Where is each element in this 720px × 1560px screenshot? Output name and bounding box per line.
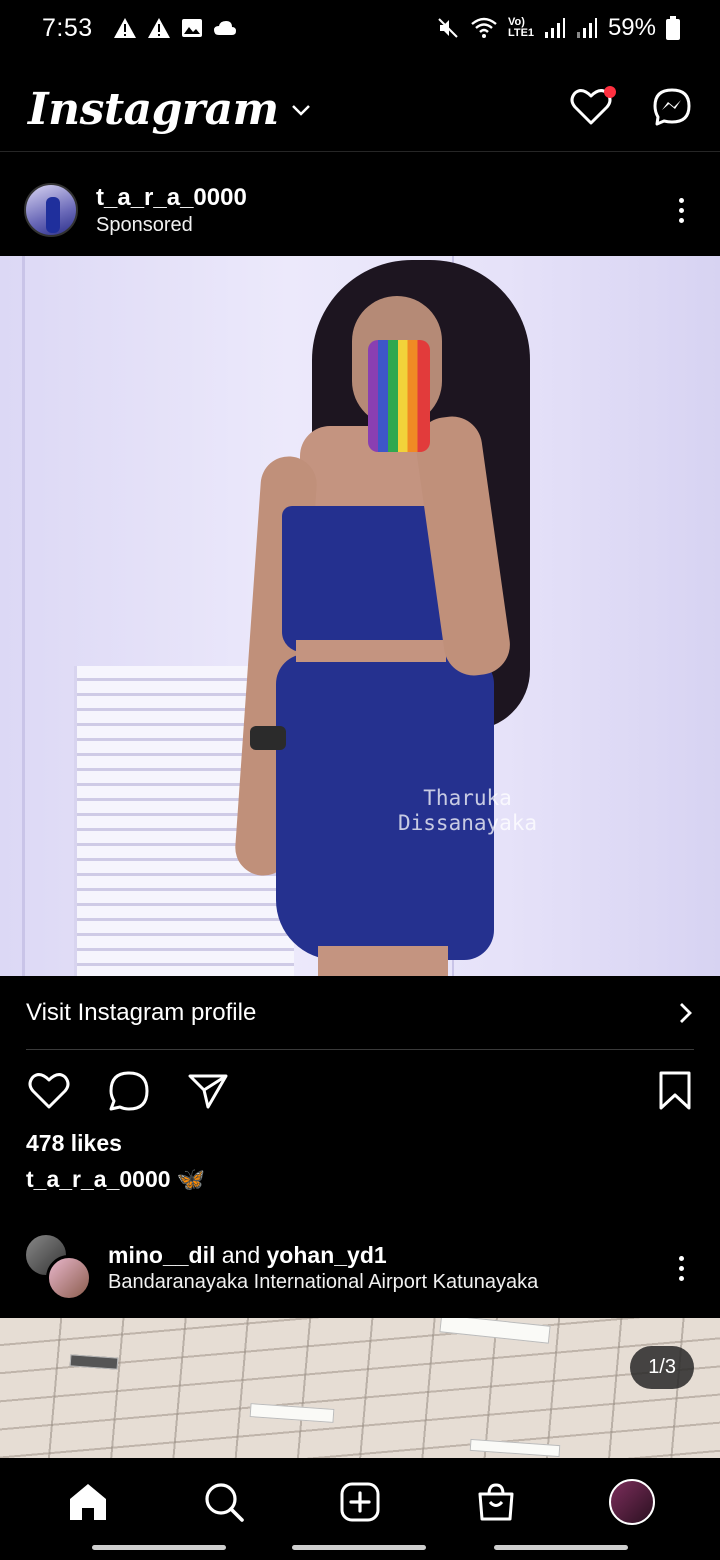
post-header: mino__dil and yohan_yd1 Bandaranayaka In…	[0, 1216, 720, 1320]
and-text: and	[221, 1242, 261, 1268]
gesture-bar	[92, 1545, 226, 1550]
like-icon[interactable]	[28, 1072, 70, 1110]
bottom-navigation	[0, 1458, 720, 1560]
caption-username[interactable]: t_a_r_a_0000	[26, 1166, 171, 1193]
add-post-icon	[340, 1482, 380, 1522]
avatar	[609, 1479, 655, 1525]
mute-icon	[438, 18, 458, 38]
nav-home[interactable]	[58, 1472, 118, 1532]
photo-watermark: Tharuka Dissanayaka	[398, 786, 538, 836]
bookmark-icon[interactable]	[658, 1071, 692, 1111]
activity-button[interactable]	[570, 86, 616, 131]
likes-count[interactable]: 478 likes	[26, 1130, 122, 1157]
logo-switcher[interactable]: Instagram	[28, 84, 311, 135]
network-label: Vo) LTE1	[507, 16, 535, 39]
post-header: t_a_r_a_0000 Sponsored	[0, 158, 720, 262]
sponsored-label: Sponsored	[96, 213, 193, 236]
post-username[interactable]: t_a_r_a_0000	[96, 184, 247, 212]
shopping-bag-icon	[478, 1483, 514, 1521]
app-header: Instagram	[0, 68, 720, 152]
butterfly-emoji: 🦋	[176, 1166, 206, 1192]
instagram-logo: Instagram	[28, 84, 279, 135]
avatar[interactable]	[24, 183, 78, 237]
gesture-bar	[292, 1545, 426, 1550]
search-icon	[205, 1483, 244, 1522]
status-time: 7:53	[42, 13, 93, 42]
chevron-right-icon	[680, 1003, 692, 1023]
phone-in-photo	[368, 340, 430, 452]
post-image[interactable]: 1/3	[0, 1318, 720, 1458]
more-options-icon[interactable]	[666, 190, 696, 230]
visit-profile-link[interactable]: Visit Instagram profile	[0, 976, 720, 1050]
comment-icon[interactable]	[108, 1070, 150, 1112]
nav-create[interactable]	[330, 1472, 390, 1532]
post-image[interactable]: Tharuka Dissanayaka	[0, 256, 720, 976]
status-bar: 7:53 Vo) LTE1 59%	[0, 0, 720, 56]
post-username[interactable]: yohan_yd1	[267, 1242, 387, 1268]
warning-icon	[147, 18, 170, 38]
post-username[interactable]: mino__dil	[108, 1242, 215, 1268]
signal-icon	[576, 18, 597, 38]
nav-search[interactable]	[194, 1472, 254, 1532]
cloud-icon	[213, 21, 236, 35]
battery-icon	[666, 16, 680, 40]
share-icon[interactable]	[188, 1073, 228, 1109]
nav-shop[interactable]	[466, 1472, 526, 1532]
divider	[26, 1049, 694, 1050]
post-actions	[0, 1066, 720, 1116]
home-icon	[70, 1484, 106, 1520]
avatar[interactable]	[24, 1233, 94, 1303]
warning-icon	[113, 18, 136, 38]
signal-icon	[544, 18, 565, 38]
gallery-icon	[181, 19, 202, 37]
wifi-icon	[471, 17, 497, 38]
carousel-counter: 1/3	[630, 1346, 694, 1389]
visit-profile-label: Visit Instagram profile	[26, 999, 257, 1026]
chevron-down-icon	[291, 104, 310, 116]
notification-dot	[604, 86, 616, 98]
caption: t_a_r_a_0000 🦋	[26, 1166, 205, 1193]
battery-percent: 59%	[607, 14, 656, 41]
more-options-icon[interactable]	[666, 1248, 696, 1288]
nav-profile[interactable]	[602, 1472, 662, 1532]
messenger-icon	[653, 88, 691, 126]
location-label[interactable]: Bandaranayaka International Airport Katu…	[108, 1271, 538, 1294]
gesture-bar	[494, 1545, 628, 1550]
messenger-button[interactable]	[652, 87, 692, 132]
